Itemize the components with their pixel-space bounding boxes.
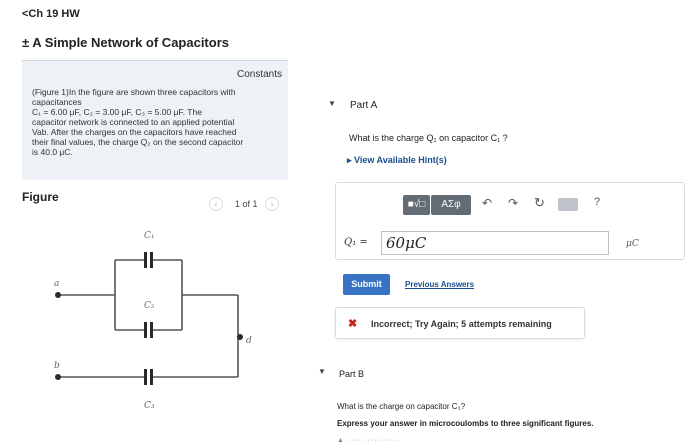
redo-icon[interactable]: ↷ bbox=[508, 196, 518, 210]
back-link[interactable]: <Ch 19 HW bbox=[22, 8, 80, 20]
feedback-text: Incorrect; Try Again; 5 attempts remaini… bbox=[371, 319, 552, 329]
answer-unit-label: μC bbox=[626, 239, 639, 249]
submit-button[interactable]: Submit bbox=[343, 274, 390, 295]
previous-figure-button[interactable]: ‹ bbox=[209, 197, 223, 211]
incorrect-icon: ✖ bbox=[348, 318, 358, 330]
undo-icon[interactable]: ↶ bbox=[482, 196, 492, 210]
c1-plate bbox=[150, 252, 153, 268]
part-b-instruction: Express your answer in microcoulombs to … bbox=[337, 419, 594, 428]
c3-plate bbox=[144, 369, 147, 385]
answer-box: ■√□ ΑΣφ ↶ ↷ ↻ ? Q₁ = 60μC μC bbox=[335, 182, 685, 260]
answer-variable-label: Q₁ = bbox=[344, 237, 368, 248]
part-b-collapse-icon[interactable]: ▼ bbox=[318, 367, 326, 376]
terminal-a bbox=[55, 292, 61, 298]
label-c2: C₂ bbox=[144, 301, 155, 311]
help-icon[interactable]: ? bbox=[594, 196, 600, 208]
problem-line: Vab. After the charges on the capacitors… bbox=[32, 127, 237, 137]
label-a: a bbox=[54, 279, 59, 289]
problem-line: (Figure 1)In the figure are shown three … bbox=[32, 87, 236, 97]
figure-label: Figure bbox=[22, 190, 59, 204]
constants-link[interactable]: Constants bbox=[237, 69, 282, 80]
greek-symbols-button[interactable]: ΑΣφ bbox=[431, 195, 471, 215]
answer-input[interactable]: 60μC bbox=[381, 231, 609, 255]
part-b-question: What is the charge on capacitor C₃? bbox=[337, 402, 466, 411]
terminal-b bbox=[55, 374, 61, 380]
problem-line: C₁ = 6.00 μF, C₂ = 3.00 μF, C₃ = 5.00 μF… bbox=[32, 107, 202, 117]
next-figure-button[interactable]: › bbox=[265, 197, 279, 211]
reset-icon[interactable]: ↻ bbox=[534, 195, 545, 211]
capacitor-circuit-diagram: C₁ C₂ C₃ a b d bbox=[54, 231, 252, 411]
problem-panel: Constants (Figure 1)In the figure are sh… bbox=[22, 60, 288, 180]
problem-line: their final values, the charge Q₂ on the… bbox=[32, 137, 244, 147]
label-c3: C₃ bbox=[144, 401, 155, 411]
part-b-label[interactable]: Part B bbox=[339, 369, 364, 379]
problem-line: capacitances bbox=[32, 97, 82, 107]
label-b: b bbox=[54, 361, 60, 371]
templates-button[interactable]: ■√□ bbox=[403, 195, 430, 215]
previous-answers-link[interactable]: Previous Answers bbox=[405, 280, 474, 289]
label-d: d bbox=[246, 336, 252, 346]
part-a-label[interactable]: Part A bbox=[350, 100, 377, 111]
figure-pager-text: 1 of 1 bbox=[235, 199, 258, 209]
part-a-collapse-icon[interactable]: ▼ bbox=[328, 99, 336, 108]
view-hints-link[interactable]: ▸ View Available Hint(s) bbox=[347, 155, 447, 166]
c1-plate bbox=[144, 252, 147, 268]
terminal-d bbox=[237, 334, 243, 340]
label-c1: C₁ bbox=[144, 231, 155, 241]
c2-plate bbox=[144, 322, 147, 338]
problem-line: capacitor network is connected to an app… bbox=[32, 117, 235, 127]
truncated-text: ▲ ····· ········· bbox=[337, 437, 398, 444]
feedback-box: ✖ Incorrect; Try Again; 5 attempts remai… bbox=[335, 307, 585, 339]
part-a-question: What is the charge Q₁ on capacitor C₁ ? bbox=[349, 133, 508, 143]
problem-statement: (Figure 1)In the figure are shown three … bbox=[32, 87, 282, 157]
keyboard-icon[interactable] bbox=[558, 198, 578, 211]
c2-plate bbox=[150, 322, 153, 338]
problem-line: is 40.0 μC. bbox=[32, 147, 73, 157]
page-title: ± A Simple Network of Capacitors bbox=[22, 35, 229, 50]
c3-plate bbox=[150, 369, 153, 385]
